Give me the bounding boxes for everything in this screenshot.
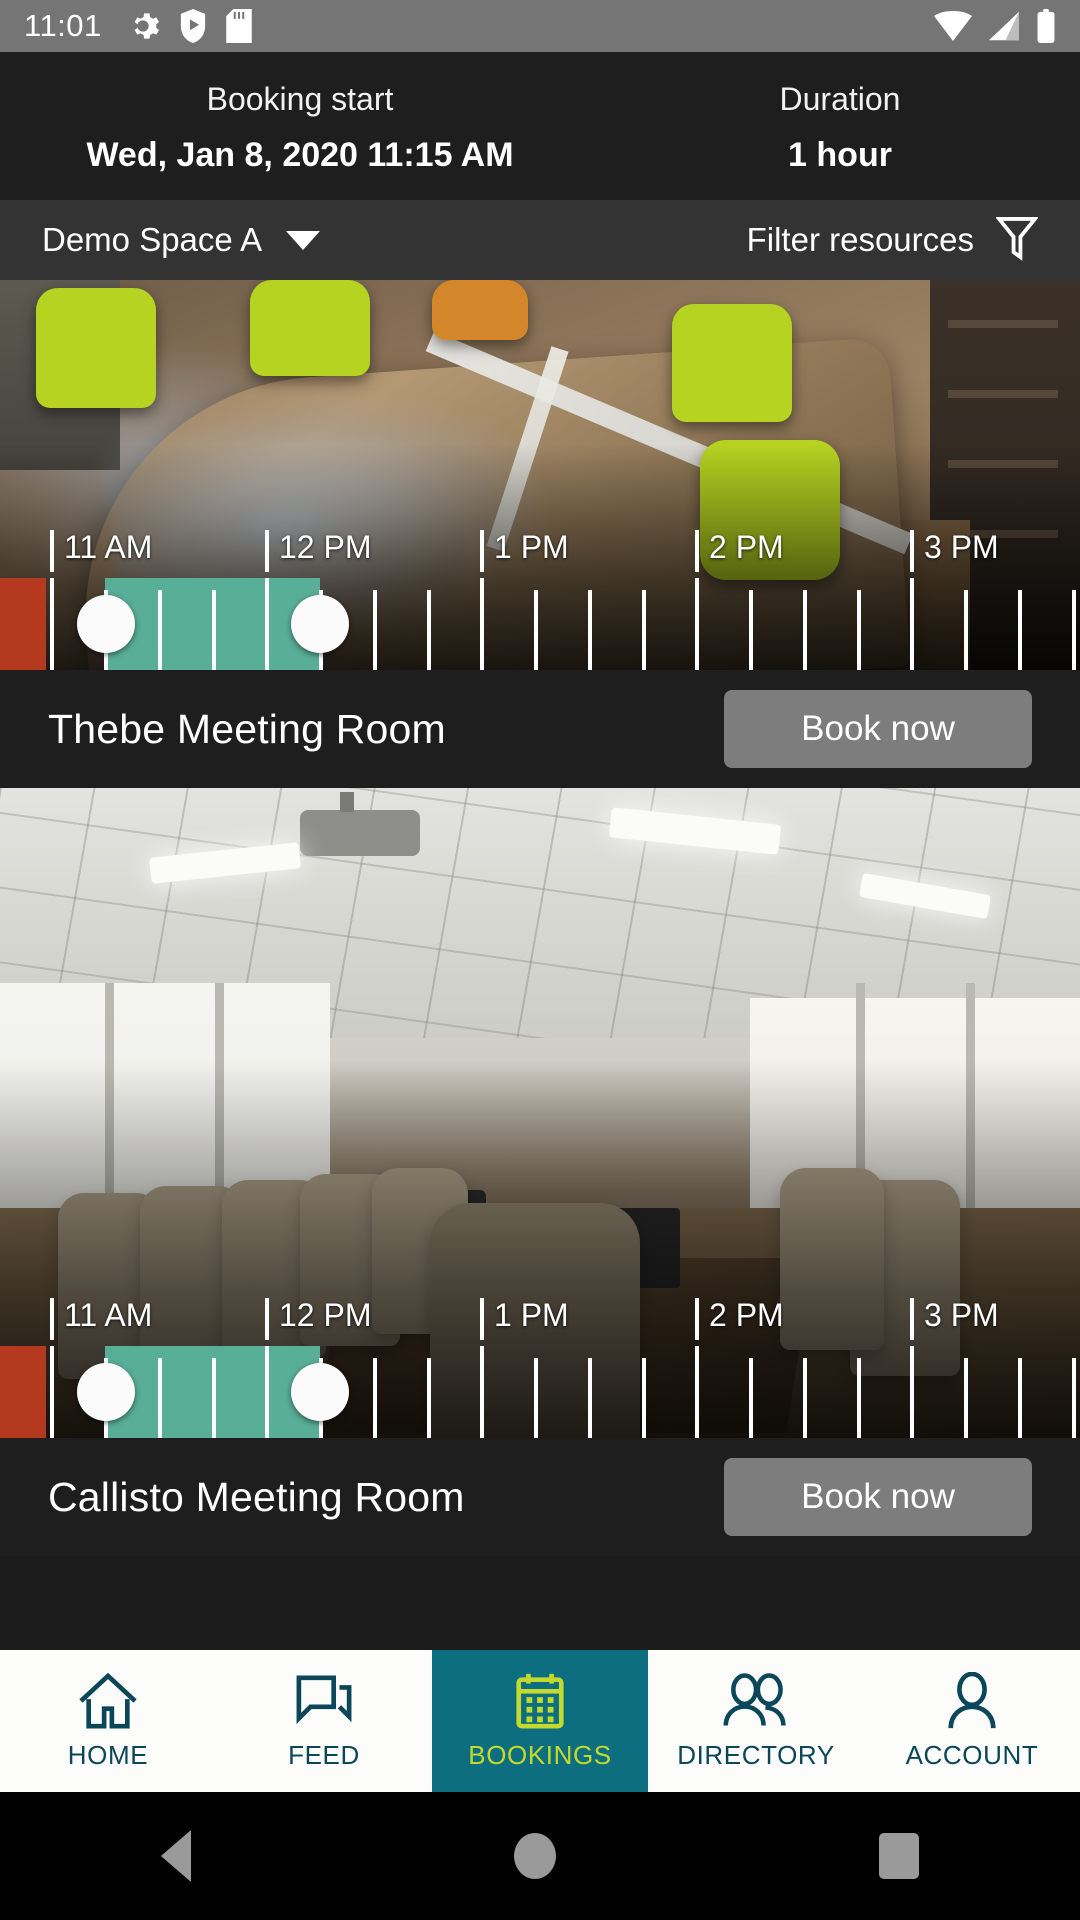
availability-timeline[interactable]: 11 AM 12 PM 1 PM 2 PM 3 PM [0,530,1080,670]
nav-label-home: HOME [67,1739,149,1770]
back-triangle-icon[interactable] [161,1830,192,1882]
resource-card: 11 AM 12 PM 1 PM 2 PM [0,280,1080,788]
nav-item-bookings[interactable]: BOOKINGS [432,1650,648,1792]
filter-bar: Demo Space A Filter resources [0,200,1080,280]
status-time: 11:01 [24,8,102,43]
nav-item-feed[interactable]: FEED [216,1650,432,1792]
chevron-down-icon [286,230,321,250]
system-navigation-bar [0,1792,1080,1920]
timeline-hour-label: 11 AM [64,529,153,565]
bottom-navigation: HOME FEED BOOKINGS DIRECTORY ACCOUNT [0,1650,1080,1792]
home-icon [77,1672,139,1730]
timeline-hour-label: 2 PM [709,529,784,565]
book-now-button[interactable]: Book now [724,1458,1032,1536]
nav-item-directory[interactable]: DIRECTORY [648,1650,864,1792]
resource-card: 11 AM 12 PM 1 PM 2 PM [0,788,1080,1556]
booking-start-value: Wed, Jan 8, 2020 11:15 AM [86,135,514,174]
person-icon [943,1671,1001,1730]
resource-photo: 11 AM 12 PM 1 PM 2 PM 3 PM [0,788,1080,1438]
resource-photo: 11 AM 12 PM 1 PM 2 PM 3 PM [0,280,1080,670]
booking-header: Booking start Wed, Jan 8, 2020 11:15 AM … [0,52,1080,200]
app-screen: 11:01 Booking start Wed, Jan 8, 2020 11:… [0,0,1080,1920]
timeline-hour-label: 12 PM [279,529,372,565]
nav-label-directory: DIRECTORY [677,1739,835,1770]
timeline-hour-label: 11 AM [64,1297,153,1333]
resource-name: Thebe Meeting Room [48,705,446,752]
timeline-end-handle[interactable] [291,1363,349,1421]
timeline-hour-label: 2 PM [709,1297,784,1333]
timeline-hour-label: 1 PM [494,1297,569,1333]
nav-label-bookings: BOOKINGS [468,1739,612,1770]
status-left-icons [126,9,252,43]
booking-start-block[interactable]: Booking start Wed, Jan 8, 2020 11:15 AM [0,80,600,175]
booking-duration-block[interactable]: Duration 1 hour [600,80,1080,175]
space-selector[interactable]: Demo Space A [42,221,321,259]
booking-duration-label: Duration [779,80,901,117]
resource-card-footer: Callisto Meeting Room Book now [0,1438,1080,1556]
timeline-hour-label: 3 PM [924,1297,999,1333]
nav-label-account: ACCOUNT [905,1739,1039,1770]
booking-duration-value: 1 hour [788,135,892,174]
filter-resources-label: Filter resources [746,221,974,258]
timeline-hour-labels: 11 AM 12 PM 1 PM 2 PM 3 PM [0,530,1080,578]
timeline-end-handle[interactable] [291,595,349,653]
timeline-track[interactable] [0,1346,1080,1438]
timeline-start-handle[interactable] [77,1363,135,1421]
battery-icon [1036,9,1056,43]
availability-timeline[interactable]: 11 AM 12 PM 1 PM 2 PM 3 PM [0,1298,1080,1438]
nav-item-account[interactable]: ACCOUNT [864,1650,1080,1792]
filter-resources-button[interactable]: Filter resources [746,215,1039,266]
timeline-hour-labels: 11 AM 12 PM 1 PM 2 PM 3 PM [0,1298,1080,1346]
nav-label-feed: FEED [288,1739,360,1770]
chat-bubbles-icon [293,1672,355,1730]
nav-item-home[interactable]: HOME [0,1650,216,1792]
space-selector-label: Demo Space A [42,221,263,258]
people-icon [722,1672,790,1730]
signal-icon [986,11,1022,41]
timeline-busy-block [0,578,46,670]
timeline-start-handle[interactable] [77,595,135,653]
timeline-track[interactable] [0,578,1080,670]
filter-funnel-icon [995,215,1039,266]
calendar-icon [512,1672,568,1730]
timeline-busy-block [0,1346,46,1438]
timeline-hour-label: 12 PM [279,1297,372,1333]
gear-icon [126,9,160,43]
book-now-button[interactable]: Book now [724,690,1032,768]
booking-start-label: Booking start [206,80,394,117]
wifi-icon [934,11,972,41]
home-circle-icon[interactable] [513,1833,556,1879]
sd-card-icon [226,9,252,43]
recents-square-icon[interactable] [878,1833,919,1879]
timeline-hour-label: 1 PM [494,529,569,565]
status-bar: 11:01 [0,0,1080,52]
resource-name: Callisto Meeting Room [48,1473,465,1520]
timeline-hour-label: 3 PM [924,529,999,565]
resource-card-footer: Thebe Meeting Room Book now [0,670,1080,788]
status-right-icons [934,9,1056,43]
shield-play-icon [178,9,208,43]
